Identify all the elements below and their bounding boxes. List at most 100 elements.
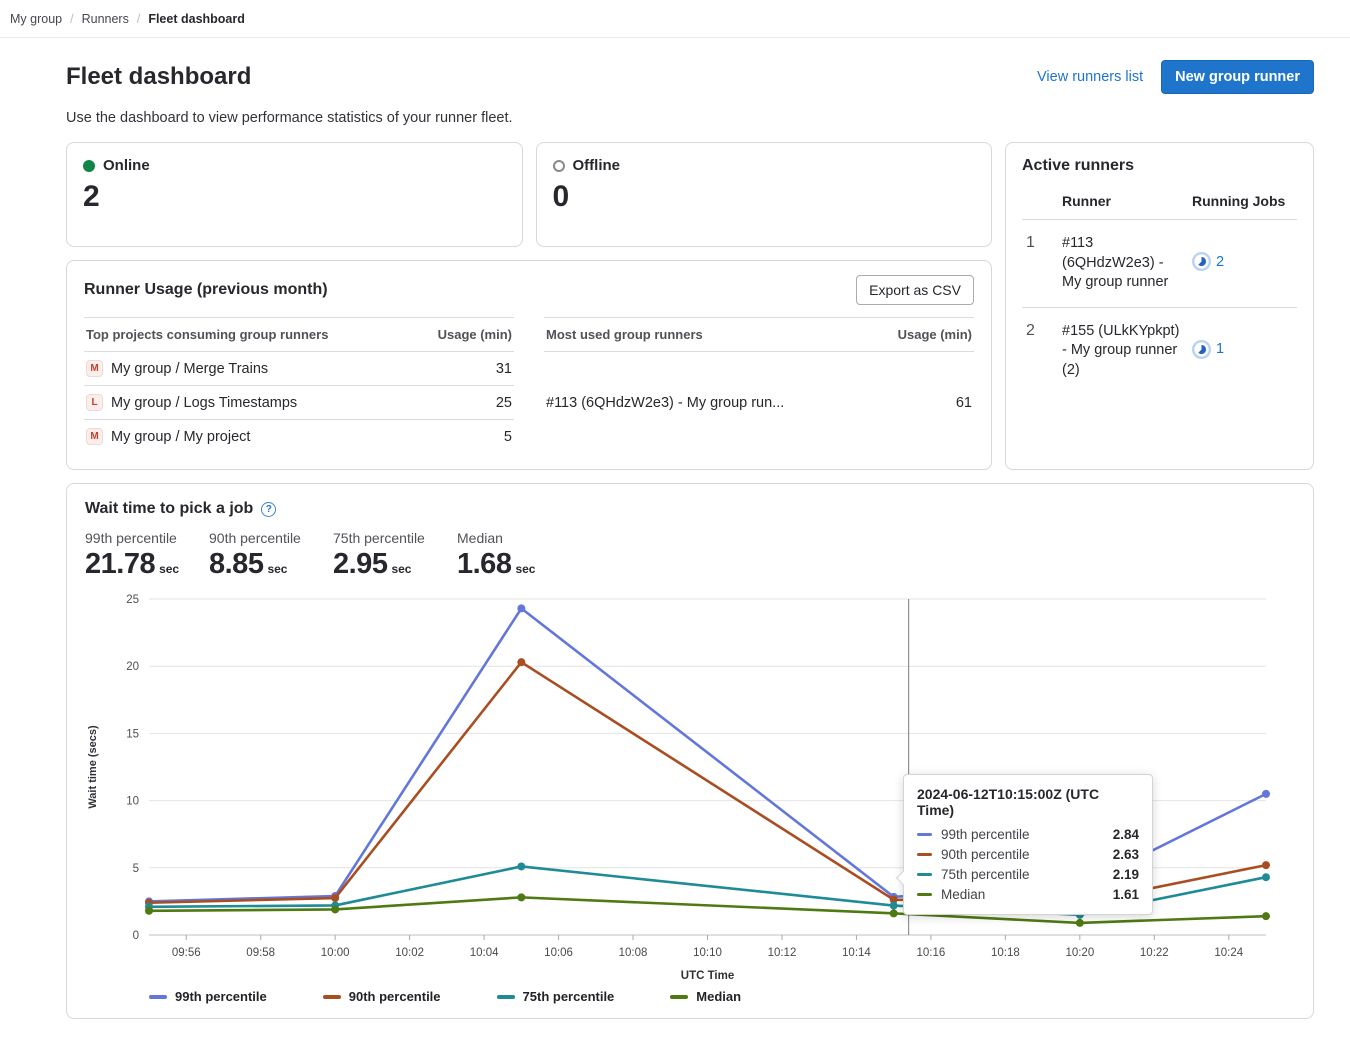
- stat-75th-percentile: 75th percentile 2.95 sec: [333, 530, 435, 581]
- y-axis-tick-label: 0: [133, 930, 139, 942]
- runner-usage-title: Runner Usage (previous month): [84, 281, 328, 299]
- data-point: [517, 604, 525, 612]
- x-axis-tick-label: 10:24: [1214, 947, 1243, 959]
- legend-swatch: [323, 995, 341, 999]
- x-axis-tick-label: 10:10: [693, 947, 722, 959]
- data-point: [331, 905, 339, 913]
- data-point: [1076, 919, 1084, 927]
- project-name: My group / Logs Timestamps: [111, 395, 297, 411]
- projects-column-header: Top projects consuming group runners: [84, 318, 410, 352]
- legend-item-75th-percentile[interactable]: 75th percentile: [497, 989, 615, 1004]
- stat-value: 8.85: [209, 548, 263, 581]
- x-axis-tick-label: 10:00: [321, 947, 350, 959]
- data-point: [1262, 790, 1270, 798]
- legend-item-90th-percentile[interactable]: 90th percentile: [323, 989, 441, 1004]
- series-swatch: [917, 853, 932, 856]
- running-status-icon: [1192, 252, 1211, 271]
- tooltip-series-label: 90th percentile: [941, 847, 1030, 862]
- data-point: [1262, 873, 1270, 881]
- x-axis-tick-label: 09:58: [246, 947, 275, 959]
- wait-time-chart: 051015202509:5609:5810:0010:0210:0410:06…: [85, 591, 1295, 987]
- offline-runners-card: Offline 0: [536, 142, 993, 247]
- stat-unit: sec: [391, 562, 411, 576]
- running-jobs-count-link[interactable]: 1: [1216, 341, 1224, 357]
- table-row: #113 (6QHdzW2e3) - My group run... 61: [544, 352, 974, 454]
- top-projects-table: Top projects consuming group runners Usa…: [84, 317, 514, 453]
- data-point: [1262, 861, 1270, 869]
- stat-unit: sec: [159, 562, 179, 576]
- x-axis-tick-label: 10:22: [1140, 947, 1169, 959]
- wait-time-title: Wait time to pick a job: [85, 500, 253, 518]
- project-name: My group / My project: [111, 429, 250, 445]
- chart-legend: 99th percentile 90th percentile 75th perce…: [149, 989, 1295, 1004]
- project-avatar: M: [86, 428, 103, 445]
- most-used-runners-table: Most used group runners Usage (min) #113…: [544, 317, 974, 453]
- chart-tooltip: 2024-06-12T10:15:00Z (UTC Time) 99th per…: [903, 774, 1153, 915]
- y-axis-tick-label: 5: [133, 863, 139, 875]
- export-csv-button[interactable]: Export as CSV: [856, 275, 974, 305]
- stat-value: 1.68: [457, 548, 511, 581]
- wait-time-stats: 99th percentile 21.78 sec 90th percentil…: [85, 530, 1295, 581]
- tooltip-row: 75th percentile 2.19: [917, 867, 1139, 882]
- x-axis-tick-label: 10:02: [395, 947, 424, 959]
- series-swatch: [917, 873, 932, 876]
- active-runners-table: Runner Running Jobs 1 #113 (6QHdzW2e3) -…: [1022, 185, 1297, 394]
- help-icon[interactable]: ?: [261, 502, 276, 517]
- new-group-runner-button[interactable]: New group runner: [1161, 60, 1314, 94]
- x-axis-tick-label: 10:20: [1065, 947, 1094, 959]
- data-point: [890, 902, 898, 910]
- runner-name-link[interactable]: #113 (6QHdzW2e3) - My group runner: [1058, 220, 1188, 308]
- stat-90th-percentile: 90th percentile 8.85 sec: [209, 530, 311, 581]
- runner-rank: 2: [1022, 307, 1058, 394]
- project-avatar: L: [86, 394, 103, 411]
- table-row: 2 #155 (ULkKYpkpt) - My group runner (2)…: [1022, 307, 1297, 394]
- legend-label: 99th percentile: [175, 989, 267, 1004]
- runner-name: #113 (6QHdzW2e3) - My group run...: [544, 352, 869, 454]
- data-point: [890, 909, 898, 917]
- breadcrumb-separator: /: [70, 12, 73, 26]
- y-axis-tick-label: 20: [126, 661, 139, 673]
- table-row: M My group / My project 5: [84, 420, 514, 454]
- project-name: My group / Merge Trains: [111, 361, 268, 377]
- x-axis-tick-label: 10:04: [470, 947, 499, 959]
- legend-item-median[interactable]: Median: [670, 989, 741, 1004]
- page-title: Fleet dashboard: [66, 63, 251, 91]
- index-column-header: [1022, 185, 1058, 220]
- x-axis-title: UTC Time: [681, 970, 734, 982]
- x-axis-tick-label: 10:16: [917, 947, 946, 959]
- project-usage-minutes: 31: [410, 352, 514, 386]
- tooltip-series-label: 99th percentile: [941, 827, 1030, 842]
- series-swatch: [917, 893, 932, 896]
- legend-item-99th-percentile[interactable]: 99th percentile: [149, 989, 267, 1004]
- tooltip-title: 2024-06-12T10:15:00Z (UTC Time): [917, 786, 1139, 818]
- data-point: [145, 907, 153, 915]
- page-description: Use the dashboard to view performance st…: [66, 110, 1314, 126]
- tooltip-row: 90th percentile 2.63: [917, 847, 1139, 862]
- tooltip-series-value: 2.63: [1113, 847, 1139, 862]
- series-swatch: [917, 833, 932, 836]
- y-axis-title: Wait time (secs): [87, 725, 99, 809]
- usage-column-header: Usage (min): [410, 318, 514, 352]
- stat-unit: sec: [515, 562, 535, 576]
- offline-status-icon: [553, 160, 565, 172]
- runner-name-link[interactable]: #155 (ULkKYpkpt) - My group runner (2): [1058, 307, 1188, 394]
- stat-unit: sec: [267, 562, 287, 576]
- offline-label: Offline: [573, 157, 621, 174]
- y-axis-tick-label: 15: [126, 728, 139, 740]
- tooltip-series-label: 75th percentile: [941, 867, 1030, 882]
- view-runners-list-link[interactable]: View runners list: [1037, 69, 1143, 85]
- runners-column-header: Most used group runners: [544, 318, 869, 352]
- online-count: 2: [83, 180, 506, 214]
- tooltip-row: Median 1.61: [917, 887, 1139, 902]
- project-avatar: M: [86, 360, 103, 377]
- breadcrumb-runners[interactable]: Runners: [82, 12, 129, 26]
- x-axis-tick-label: 09:56: [172, 947, 201, 959]
- usage-column-header: Usage (min): [869, 318, 974, 352]
- x-axis-tick-label: 10:06: [544, 947, 573, 959]
- active-runners-panel: Active runners Runner Running Jobs 1 #11…: [1005, 142, 1314, 470]
- breadcrumb-my-group[interactable]: My group: [10, 12, 62, 26]
- running-jobs-count-link[interactable]: 2: [1216, 254, 1224, 270]
- online-runners-card: Online 2: [66, 142, 523, 247]
- runner-rank: 1: [1022, 220, 1058, 308]
- y-axis-tick-label: 10: [126, 796, 139, 808]
